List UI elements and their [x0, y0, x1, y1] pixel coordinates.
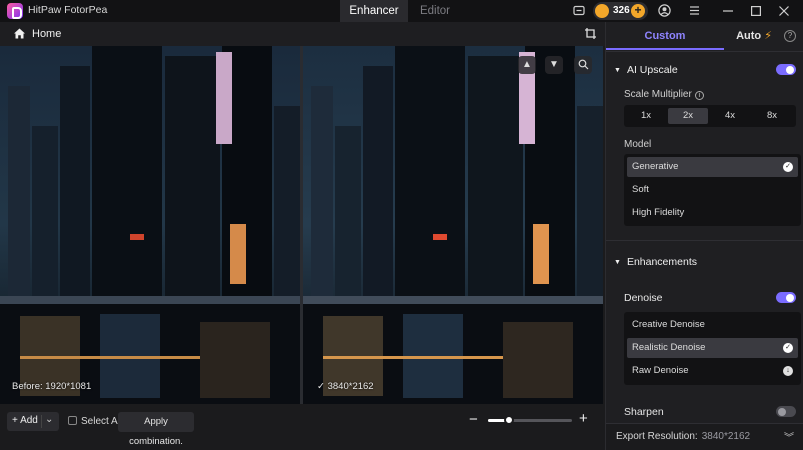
- check-mark-icon: ✓: [317, 381, 328, 392]
- section-divider: [606, 240, 803, 241]
- add-credits-icon[interactable]: +: [631, 4, 645, 18]
- sharpen-label: Sharpen: [624, 406, 664, 418]
- denoise-toggle[interactable]: [776, 292, 796, 303]
- account-icon[interactable]: [654, 0, 674, 22]
- home-link[interactable]: Home: [32, 28, 61, 40]
- zoom-out-icon[interactable]: −: [469, 411, 478, 428]
- model-option-label: Generative: [632, 161, 679, 172]
- scale-multiplier-text: Scale Multiplier: [624, 89, 692, 100]
- add-button-label: + Add: [12, 415, 38, 426]
- ai-upscale-toggle[interactable]: [776, 64, 796, 75]
- toggle-knob: [786, 293, 794, 302]
- toggle-knob: [786, 65, 794, 74]
- enhancements-header[interactable]: ▼ Enhancements: [614, 256, 697, 268]
- help-icon[interactable]: ?: [784, 30, 796, 42]
- toggle-knob: [778, 407, 786, 416]
- scale-option-8x[interactable]: 8x: [752, 108, 792, 124]
- checkbox-icon: [68, 416, 77, 425]
- denoise-option-creative[interactable]: Creative Denoise: [627, 315, 798, 335]
- after-image: ▲ ▼ ✓ 3840*2162: [303, 46, 603, 404]
- scale-option-2x[interactable]: 2x: [668, 108, 708, 124]
- denoise-list: Creative Denoise Realistic Denoise ✓ Raw …: [624, 312, 801, 385]
- zoom-in-plus-icon[interactable]: +: [579, 410, 588, 427]
- denoise-label: Denoise: [624, 292, 663, 304]
- denoise-option-realistic[interactable]: Realistic Denoise ✓: [627, 338, 798, 358]
- denoise-option-raw[interactable]: Raw Denoise ↓: [627, 361, 798, 381]
- tab-enhancer[interactable]: Enhancer: [340, 0, 408, 22]
- add-button-divider: [41, 415, 42, 428]
- sharpen-toggle[interactable]: [776, 406, 796, 417]
- after-resolution-text: 3840*2162: [327, 381, 374, 392]
- enhancements-title: Enhancements: [626, 256, 697, 268]
- app-logo-icon: [7, 3, 23, 19]
- tab-auto-label: Auto: [736, 30, 762, 42]
- app-name: HitPaw FotorPea: [28, 4, 108, 16]
- tabs-divider: [606, 51, 803, 52]
- before-city-image: [0, 46, 300, 404]
- tab-custom[interactable]: Custom: [606, 22, 724, 50]
- zoom-in-icon[interactable]: [574, 56, 592, 74]
- maximize-icon[interactable]: [744, 0, 768, 22]
- collapse-triangle-icon: ▼: [614, 259, 621, 266]
- close-icon[interactable]: [772, 0, 796, 22]
- check-circle-icon: ✓: [783, 343, 793, 353]
- thumbs-up-icon[interactable]: ▲: [518, 56, 536, 74]
- double-chevron-down-icon[interactable]: ︾: [784, 429, 794, 444]
- export-label-text: Export Resolution:: [616, 431, 698, 442]
- denoise-option-label: Raw Denoise: [632, 365, 689, 376]
- image-compare-viewer[interactable]: Before: 1920*1081 ▲ ▼ ✓ 3840*2162: [0, 46, 603, 404]
- scale-option-1x[interactable]: 1x: [626, 108, 666, 124]
- tab-editor[interactable]: Editor: [408, 0, 462, 22]
- minimize-icon[interactable]: [716, 0, 740, 22]
- model-option-high-fidelity[interactable]: High Fidelity: [627, 203, 798, 223]
- select-all-checkbox[interactable]: Select All: [68, 416, 122, 427]
- export-resolution-value: 3840*2162: [701, 431, 751, 442]
- download-icon[interactable]: ↓: [783, 366, 793, 376]
- crop-icon[interactable]: [584, 27, 597, 40]
- model-option-generative[interactable]: Generative ✓: [627, 157, 798, 177]
- check-circle-icon: ✓: [783, 162, 793, 172]
- info-icon[interactable]: i: [694, 91, 704, 100]
- title-bar: HitPaw FotorPea Enhancer Editor 326 +: [0, 0, 803, 22]
- chat-icon[interactable]: [570, 0, 588, 22]
- tab-auto[interactable]: Auto ⚡: [724, 22, 784, 50]
- coin-icon: [595, 4, 609, 18]
- after-resolution-label: ✓ 3840*2162: [317, 381, 374, 392]
- thumbs-down-icon[interactable]: ▼: [545, 56, 563, 74]
- scale-multiplier-selector: 1x 2x 4x 8x: [624, 105, 796, 127]
- before-resolution-label: Before: 1920*1081: [12, 381, 92, 392]
- zoom-slider[interactable]: [488, 415, 572, 425]
- sub-header: Home: [0, 22, 605, 46]
- ai-upscale-title: AI Upscale: [626, 64, 678, 76]
- credits-badge[interactable]: 326 +: [593, 2, 648, 20]
- menu-icon[interactable]: [684, 0, 704, 22]
- chevron-down-icon[interactable]: ⌄: [45, 414, 53, 425]
- denoise-option-label: Realistic Denoise: [632, 342, 706, 353]
- settings-panel: Custom Auto ⚡ ? ▼ AI Upscale Scale Multip…: [605, 22, 803, 450]
- ai-upscale-header[interactable]: ▼ AI Upscale: [614, 64, 678, 76]
- export-resolution-label: Export Resolution: 3840*2162: [616, 431, 750, 442]
- model-option-soft[interactable]: Soft: [627, 180, 798, 200]
- select-all-label: Select All: [81, 416, 123, 427]
- credits-count: 326: [613, 5, 630, 16]
- export-resolution-bar[interactable]: Export Resolution: 3840*2162 ︾: [606, 423, 803, 450]
- lightning-icon: ⚡: [764, 30, 772, 42]
- before-image: Before: 1920*1081: [0, 46, 300, 404]
- collapse-triangle-icon: ▼: [614, 67, 621, 74]
- zoom-slider-handle[interactable]: [504, 415, 514, 425]
- model-label: Model: [624, 139, 652, 150]
- apply-combination-button[interactable]: Apply combination.: [118, 412, 194, 447]
- add-button[interactable]: + Add ⌄: [7, 412, 59, 431]
- bottom-toolbar: + Add ⌄ Select All Apply combination. − …: [0, 404, 605, 450]
- after-city-image: [303, 46, 603, 404]
- scale-multiplier-label: Scale Multiplier i: [624, 89, 704, 100]
- scale-option-4x[interactable]: 4x: [710, 108, 750, 124]
- home-icon[interactable]: [13, 27, 26, 40]
- model-list: Generative ✓ Soft High Fidelity: [624, 154, 801, 226]
